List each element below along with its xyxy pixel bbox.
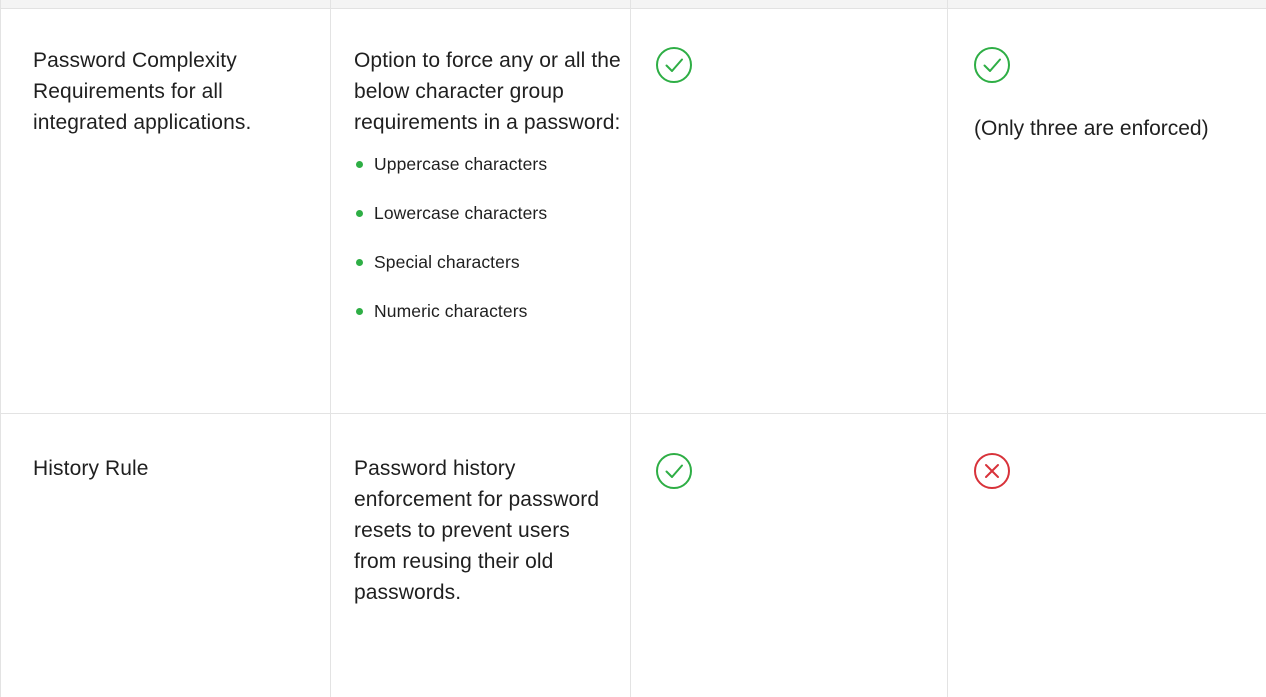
list-item: Uppercase characters (354, 152, 622, 176)
feature-name: History Rule (33, 457, 149, 480)
row-divider (0, 413, 1266, 414)
comparison-table: Password Complexity Requirements for all… (0, 0, 1266, 697)
character-group-list: Uppercase characters Lowercase character… (354, 152, 622, 323)
check-circle-icon (654, 451, 694, 491)
column-divider (0, 0, 1, 697)
feature-description: Password history enforcement for passwor… (354, 457, 600, 604)
list-item: Numeric characters (354, 299, 622, 323)
check-circle-icon (972, 45, 1012, 85)
feature-name: Password Complexity Requirements for all… (33, 49, 252, 134)
list-item: Special characters (354, 250, 622, 274)
feature-description: Option to force any or all the below cha… (354, 45, 622, 348)
description-text: Option to force any or all the below cha… (354, 49, 621, 134)
column-divider (947, 0, 948, 697)
column-divider (330, 0, 331, 697)
check-circle-icon (654, 45, 694, 85)
enforcement-note: (Only three are enforced) (974, 117, 1209, 140)
list-item: Lowercase characters (354, 201, 622, 225)
x-circle-icon (972, 451, 1012, 491)
column-divider (630, 0, 631, 697)
